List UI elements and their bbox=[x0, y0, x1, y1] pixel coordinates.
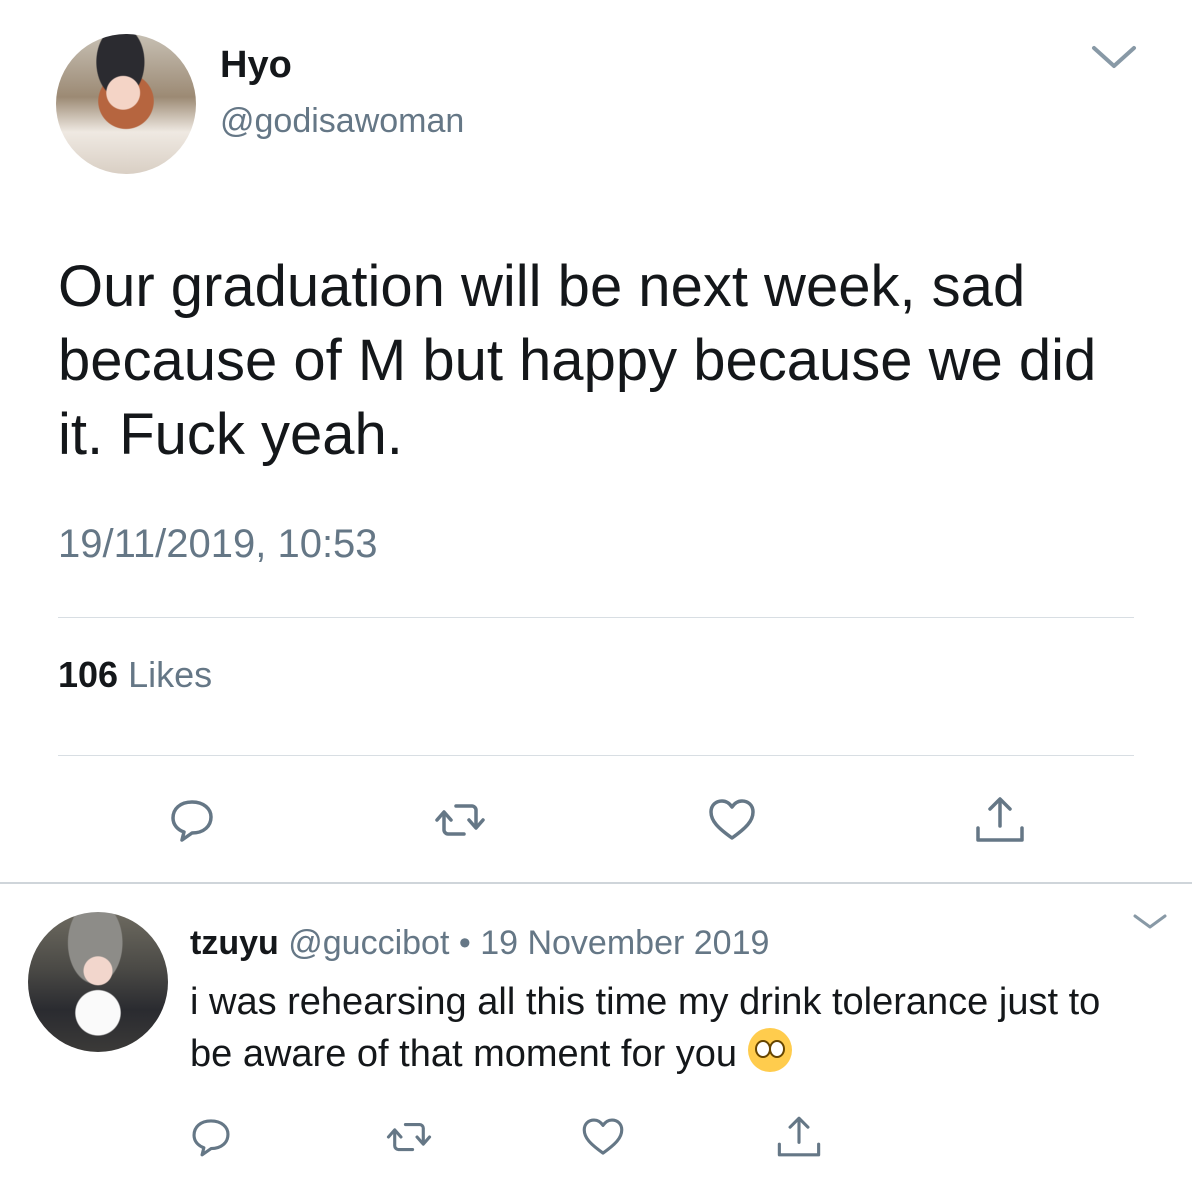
reply-handle[interactable]: @guccibot bbox=[288, 924, 449, 962]
like-icon bbox=[709, 799, 755, 840]
retweet-icon bbox=[435, 804, 485, 836]
like-icon bbox=[582, 1118, 624, 1155]
avatar[interactable] bbox=[56, 34, 196, 174]
timestamp[interactable]: 19/11/2019, 10:53 bbox=[58, 522, 378, 567]
retweet-button[interactable] bbox=[384, 1112, 434, 1162]
tweet-text: Our graduation will be next week, sad be… bbox=[58, 254, 1097, 467]
main-tweet: Hyo @godisawoman Our graduation will be … bbox=[0, 0, 1192, 884]
retweet-button[interactable] bbox=[432, 792, 488, 848]
chevron-down-icon[interactable] bbox=[1090, 42, 1138, 72]
share-icon bbox=[777, 1116, 821, 1157]
reply-icon bbox=[171, 800, 213, 842]
reply-header: tzuyu @guccibot • 19 November 2019 bbox=[190, 924, 769, 963]
pleading-face-emoji-icon bbox=[747, 1028, 792, 1072]
chevron-down-icon[interactable] bbox=[1132, 912, 1168, 930]
like-button[interactable] bbox=[578, 1112, 628, 1162]
share-button[interactable] bbox=[774, 1112, 824, 1162]
share-button[interactable] bbox=[972, 792, 1028, 848]
reply-button[interactable] bbox=[164, 792, 220, 848]
display-name[interactable]: Hyo bbox=[220, 44, 292, 87]
reply-display-name[interactable]: tzuyu bbox=[190, 924, 279, 962]
reply-separator: • bbox=[458, 924, 471, 962]
reply-text-body: i was rehearsing all this time my drink … bbox=[190, 981, 1101, 1075]
retweet-icon bbox=[386, 1122, 432, 1152]
reply-text: i was rehearsing all this time my drink … bbox=[190, 976, 1150, 1080]
divider bbox=[58, 617, 1134, 618]
reply-icon bbox=[192, 1119, 230, 1157]
reply-date[interactable]: 19 November 2019 bbox=[480, 924, 769, 962]
like-button[interactable] bbox=[704, 792, 760, 848]
likes-label: Likes bbox=[128, 654, 213, 695]
reply-button[interactable] bbox=[186, 1112, 236, 1162]
share-icon bbox=[976, 797, 1024, 842]
user-handle[interactable]: @godisawoman bbox=[220, 102, 464, 141]
likes-stat[interactable]: 106 Likes bbox=[58, 654, 212, 696]
section-divider bbox=[0, 882, 1192, 884]
divider bbox=[58, 755, 1134, 756]
likes-count: 106 bbox=[58, 654, 119, 695]
reply-avatar[interactable] bbox=[28, 912, 168, 1052]
